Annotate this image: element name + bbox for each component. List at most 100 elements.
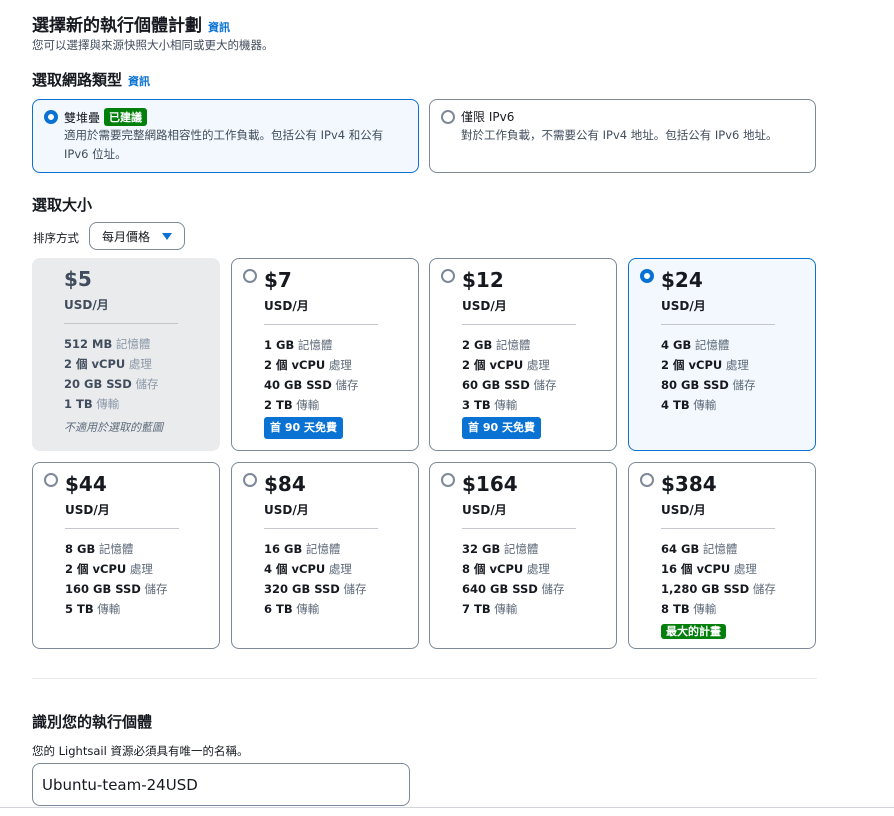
plan-divider xyxy=(661,324,775,325)
plan-specs: 512 MB 記憶體 2 個 vCPU 處理 20 GB SSD 儲存 1 TB 傳輸… xyxy=(64,334,163,438)
plan-radio[interactable] xyxy=(243,473,257,487)
size-title: 選取大小 xyxy=(32,196,93,214)
network-info-link[interactable]: 資訊 xyxy=(128,75,150,88)
plan-price: $5 xyxy=(64,267,92,291)
sort-select[interactable]: 每月價格 xyxy=(89,222,185,250)
plan-specs: 32 GB 記憶體 8 個 vCPU 處理 640 GB SSD 儲存 7 TB 傳輸 xyxy=(462,539,564,619)
plan-radio[interactable] xyxy=(441,269,455,283)
network-option-desc: 適用於需要完整網路相容性的工作負載。包括公有 IPv4 和公有 IPv6 位址。 xyxy=(64,128,384,161)
plan-period: USD/月 xyxy=(462,299,507,313)
plan-specs: 16 GB 記憶體 4 個 vCPU 處理 320 GB SSD 儲存 6 TB 傳輸 xyxy=(264,539,366,619)
page-title: 選擇新的執行個體計劃 xyxy=(32,16,202,36)
spec-cpu: 2 個 vCPU 處理 xyxy=(462,358,550,372)
spec-storage: 80 GB SSD 儲存 xyxy=(661,378,756,392)
spec-memory: 512 MB 記憶體 xyxy=(64,337,151,351)
network-section-header: 選取網路類型 資訊 xyxy=(32,69,150,90)
section-divider xyxy=(32,678,817,679)
plan-divider xyxy=(661,528,775,529)
plan-card[interactable]: $24 USD/月 4 GB 記憶體 2 個 vCPU 處理 80 GB SSD 儲存 4… xyxy=(628,258,816,451)
plan-radio[interactable] xyxy=(441,473,455,487)
not-applicable-note: 不適用於選取的藍圖 xyxy=(64,421,163,434)
page-header: 選擇新的執行個體計劃 資訊 xyxy=(32,11,230,36)
network-option-ipv6[interactable]: 僅限 IPv6 對於工作負載，不需要公有 IPv4 地址。包括公有 IPv6 地… xyxy=(429,99,816,173)
plan-specs: 4 GB 記憶體 2 個 vCPU 處理 80 GB SSD 儲存 4 TB 傳輸 xyxy=(661,335,755,415)
spec-memory: 16 GB 記憶體 xyxy=(264,542,341,556)
plan-specs: 64 GB 記憶體 16 個 vCPU 處理 1,280 GB SSD 儲存 8 TB… xyxy=(661,539,776,642)
plan-period: USD/月 xyxy=(462,503,507,517)
plan-radio[interactable] xyxy=(243,269,257,283)
spec-memory: 64 GB 記憶體 xyxy=(661,542,738,556)
plan-price: $44 xyxy=(65,472,107,496)
plan-divider xyxy=(462,528,576,529)
page-subtitle: 您可以選擇與來源快照大小相同或更大的機器。 xyxy=(32,38,274,52)
identify-title: 識別您的執行個體 xyxy=(32,713,153,731)
plan-divider xyxy=(462,324,576,325)
plan-period: USD/月 xyxy=(64,298,109,312)
plan-specs: 1 GB 記憶體 2 個 vCPU 處理 40 GB SSD 儲存 2 TB 傳輸首 … xyxy=(264,335,358,439)
plan-card[interactable]: $164 USD/月 32 GB 記憶體 8 個 vCPU 處理 640 GB SSD … xyxy=(429,462,617,649)
identify-desc: 您的 Lightsail 資源必須具有唯一的名稱。 xyxy=(32,744,249,758)
plan-radio[interactable] xyxy=(44,473,58,487)
plan-card[interactable]: $84 USD/月 16 GB 記憶體 4 個 vCPU 處理 320 GB SSD 儲… xyxy=(231,462,419,649)
plan-price: $384 xyxy=(661,472,717,496)
caret-down-icon xyxy=(162,233,172,240)
plan-radio xyxy=(43,268,57,282)
spec-cpu: 2 個 vCPU 處理 xyxy=(661,358,749,372)
network-option-label: 僅限 IPv6 xyxy=(461,110,515,124)
spec-cpu: 4 個 vCPU 處理 xyxy=(264,562,352,576)
spec-memory: 4 GB 記憶體 xyxy=(661,338,730,352)
plan-radio[interactable] xyxy=(640,269,654,283)
spec-storage: 640 GB SSD 儲存 xyxy=(462,582,565,596)
plan-divider xyxy=(264,528,378,529)
plan-card[interactable]: $7 USD/月 1 GB 記憶體 2 個 vCPU 處理 40 GB SSD 儲存 2 … xyxy=(231,258,419,451)
plan-specs: 8 GB 記憶體 2 個 vCPU 處理 160 GB SSD 儲存 5 TB 傳輸 xyxy=(65,539,167,619)
spec-transfer: 4 TB 傳輸 xyxy=(661,398,717,412)
sort-label: 排序方式 xyxy=(33,231,79,245)
plan-card[interactable]: $12 USD/月 2 GB 記憶體 2 個 vCPU 處理 60 GB SSD 儲存 3… xyxy=(429,258,617,451)
spec-storage: 20 GB SSD 儲存 xyxy=(64,377,159,391)
network-option-dual-stack[interactable]: 雙堆疊 已建議 適用於需要完整網路相容性的工作負載。包括公有 IPv4 和公有 … xyxy=(32,99,419,173)
plan-period: USD/月 xyxy=(661,299,706,313)
plan-radio[interactable] xyxy=(640,473,654,487)
spec-transfer: 5 TB 傳輸 xyxy=(65,602,121,616)
largest-plan-badge: 最大的計畫 xyxy=(661,624,726,639)
recommended-badge: 已建議 xyxy=(104,108,148,126)
spec-cpu: 2 個 vCPU 處理 xyxy=(264,358,352,372)
plan-card[interactable]: $384 USD/月 64 GB 記憶體 16 個 vCPU 處理 1,280 GB S… xyxy=(628,462,816,649)
network-option-label: 雙堆疊 xyxy=(64,110,101,125)
plan-price: $12 xyxy=(462,268,504,292)
spec-memory: 1 GB 記憶體 xyxy=(264,338,333,352)
spec-transfer: 7 TB 傳輸 xyxy=(462,602,518,616)
plan-specs: 2 GB 記憶體 2 個 vCPU 處理 60 GB SSD 儲存 3 TB 傳輸首 … xyxy=(462,335,556,439)
spec-transfer: 2 TB 傳輸 xyxy=(264,398,320,412)
plan-period: USD/月 xyxy=(264,299,309,313)
spec-storage: 40 GB SSD 儲存 xyxy=(264,378,359,392)
plan-divider xyxy=(65,528,179,529)
spec-cpu: 8 個 vCPU 處理 xyxy=(462,562,550,576)
spec-cpu: 16 個 vCPU 處理 xyxy=(661,562,757,576)
header-info-link[interactable]: 資訊 xyxy=(208,21,230,34)
sort-value: 每月價格 xyxy=(102,229,151,244)
radio-dual-stack[interactable] xyxy=(44,110,58,124)
plan-period: USD/月 xyxy=(65,503,110,517)
spec-storage: 60 GB SSD 儲存 xyxy=(462,378,557,392)
plan-price: $7 xyxy=(264,268,292,292)
plan-price: $164 xyxy=(462,472,518,496)
plan-price: $24 xyxy=(661,268,703,292)
plan-period: USD/月 xyxy=(264,503,309,517)
free-trial-badge: 首 90 天免費 xyxy=(264,417,343,439)
instance-name-input[interactable] xyxy=(32,763,410,806)
plan-divider xyxy=(64,323,178,324)
radio-ipv6[interactable] xyxy=(441,110,455,124)
spec-storage: 160 GB SSD 儲存 xyxy=(65,582,168,596)
network-title: 選取網路類型 xyxy=(32,71,123,89)
plan-card[interactable]: $44 USD/月 8 GB 記憶體 2 個 vCPU 處理 160 GB SSD 儲存… xyxy=(32,462,220,649)
spec-transfer: 6 TB 傳輸 xyxy=(264,602,320,616)
spec-memory: 32 GB 記憶體 xyxy=(462,542,539,556)
plan-price: $84 xyxy=(264,472,306,496)
spec-storage: 320 GB SSD 儲存 xyxy=(264,582,367,596)
spec-memory: 8 GB 記憶體 xyxy=(65,542,134,556)
plan-divider xyxy=(264,324,378,325)
spec-cpu: 2 個 vCPU 處理 xyxy=(64,357,152,371)
spec-transfer: 3 TB 傳輸 xyxy=(462,398,518,412)
